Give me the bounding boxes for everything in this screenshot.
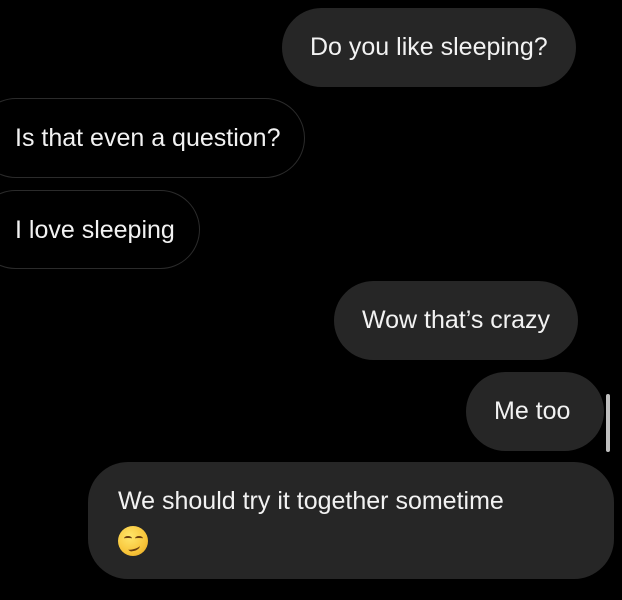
message-bubble-sent[interactable]: Me too	[466, 372, 605, 451]
scroll-indicator[interactable]	[606, 394, 610, 452]
message-text: Do you like sleeping?	[310, 33, 548, 61]
message-text: Me too	[494, 397, 571, 425]
message-bubble-sent[interactable]: Do you like sleeping?	[282, 8, 576, 87]
message-text: We should try it together sometime	[118, 487, 504, 515]
message-text: I love sleeping	[15, 216, 175, 244]
message-thread[interactable]: Do you like sleeping? Is that even a que…	[0, 0, 622, 600]
message-bubble-received[interactable]: I love sleeping	[0, 190, 200, 269]
message-bubble-received[interactable]: Is that even a question?	[0, 98, 306, 178]
message-text: Is that even a question?	[15, 124, 281, 152]
message-bubble-sent[interactable]: We should try it together sometime	[88, 462, 614, 579]
message-text: Wow that’s crazy	[362, 306, 551, 334]
smirking-face-icon	[118, 526, 148, 556]
emoji-eye	[135, 536, 143, 541]
emoji-mouth	[127, 542, 141, 553]
message-bubble-sent[interactable]: Wow that’s crazy	[334, 281, 579, 360]
emoji-eye	[124, 536, 132, 541]
